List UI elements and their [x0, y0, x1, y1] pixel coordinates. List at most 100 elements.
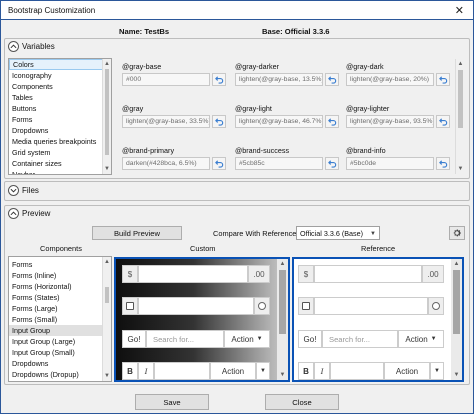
scroll-down-icon[interactable]: ▼ [103, 164, 111, 174]
category-list-item[interactable]: Dropdowns [9, 125, 111, 136]
scroll-down-icon[interactable]: ▼ [451, 370, 462, 380]
reference-split-caret-button[interactable]: ▼ [430, 362, 444, 380]
variable-value-input[interactable]: lighten(@gray-base, 20%) [346, 73, 434, 86]
radio-button[interactable] [432, 302, 440, 310]
reset-variable-button[interactable] [212, 73, 226, 86]
custom-checkbox-text-input[interactable] [138, 297, 254, 315]
checkbox[interactable] [302, 302, 310, 310]
component-list-item[interactable]: Forms [9, 259, 111, 270]
variable-value-input[interactable]: #000 [122, 73, 210, 86]
reference-text-input[interactable] [330, 362, 384, 380]
category-list-item[interactable]: Colors [9, 59, 111, 70]
component-list-item[interactable]: Dropdowns [9, 358, 111, 369]
variables-scrollbar[interactable]: ▲ ▼ [455, 59, 465, 174]
component-list-item[interactable]: Forms (Inline) [9, 270, 111, 281]
scroll-thumb[interactable] [105, 287, 109, 303]
category-list-item[interactable]: Iconography [9, 70, 111, 81]
custom-action-button[interactable]: Action [210, 362, 256, 380]
reset-variable-button[interactable] [436, 73, 450, 86]
reset-variable-button[interactable] [212, 157, 226, 170]
reference-header: Reference [361, 244, 396, 253]
reference-checkbox-addon[interactable] [298, 297, 314, 315]
scroll-up-icon[interactable]: ▲ [451, 259, 462, 269]
components-list-scrollbar[interactable]: ▲ ▼ [102, 257, 111, 381]
component-list-item[interactable]: Input Group (Small) [9, 347, 111, 358]
reference-action-button[interactable]: Action [384, 362, 430, 380]
scroll-up-icon[interactable]: ▲ [103, 59, 111, 69]
reset-variable-button[interactable] [212, 115, 226, 128]
variable-value-input[interactable]: lighten(@gray-base, 46.7%) [235, 115, 323, 128]
custom-split-caret-button[interactable]: ▼ [256, 362, 270, 380]
custom-search-input[interactable]: Search for... [146, 330, 224, 348]
category-list-item[interactable]: Components [9, 81, 111, 92]
compare-reference-select[interactable]: Official 3.3.6 (Base) ▼ [296, 226, 380, 240]
checkbox[interactable] [126, 302, 134, 310]
scroll-up-icon[interactable]: ▲ [277, 259, 288, 269]
component-list-item[interactable]: Forms (Small) [9, 314, 111, 325]
reference-go-button[interactable]: Go! [298, 330, 322, 348]
build-preview-button[interactable]: Build Preview [92, 226, 182, 240]
custom-radio-addon[interactable] [254, 297, 270, 315]
reference-checkbox-text-input[interactable] [314, 297, 428, 315]
expand-files-chevron-down-icon[interactable] [8, 185, 19, 196]
scroll-thumb[interactable] [105, 69, 109, 155]
reset-variable-button[interactable] [436, 157, 450, 170]
reference-preview-scrollbar[interactable]: ▲ ▼ [451, 259, 462, 380]
reset-variable-button[interactable] [325, 157, 339, 170]
scroll-thumb[interactable] [279, 270, 286, 334]
component-list-item[interactable]: Dropdowns (Dropup) [9, 369, 111, 380]
close-icon[interactable]: ✕ [455, 4, 464, 17]
category-list-item[interactable]: Buttons [9, 103, 111, 114]
variable-value-input[interactable]: lighten(@gray-base, 13.5%) [235, 73, 323, 86]
variable-value-input[interactable]: lighten(@gray-base, 93.5%) [346, 115, 434, 128]
preview-settings-button[interactable] [449, 226, 465, 240]
category-list-item[interactable]: Forms [9, 114, 111, 125]
custom-text-input[interactable] [154, 362, 210, 380]
reference-italic-button[interactable]: I [314, 362, 330, 380]
radio-button[interactable] [258, 302, 266, 310]
category-list-item[interactable]: Tables [9, 92, 111, 103]
custom-italic-button[interactable]: I [138, 362, 154, 380]
close-button[interactable]: Close [265, 394, 339, 410]
custom-go-button[interactable]: Go! [122, 330, 146, 348]
scroll-down-icon[interactable]: ▼ [103, 371, 111, 381]
scroll-up-icon[interactable]: ▲ [456, 59, 465, 69]
collapse-variables-chevron-up-icon[interactable] [8, 41, 19, 52]
component-list-item[interactable]: Input Group (Large) [9, 336, 111, 347]
component-list-item[interactable]: Forms (Horizontal) [9, 281, 111, 292]
reference-bold-button[interactable]: B [298, 362, 314, 380]
scroll-thumb[interactable] [458, 70, 463, 128]
variable-value-input[interactable]: lighten(@gray-base, 33.5%) [122, 115, 210, 128]
category-list-item[interactable]: Media queries breakpoints [9, 136, 111, 147]
scroll-thumb[interactable] [453, 270, 460, 334]
reset-variable-button[interactable] [325, 115, 339, 128]
scroll-down-icon[interactable]: ▼ [277, 370, 288, 380]
component-list-item[interactable]: Forms (States) [9, 292, 111, 303]
scroll-up-icon[interactable]: ▲ [103, 257, 111, 267]
scroll-down-icon[interactable]: ▼ [456, 164, 465, 174]
category-list-item[interactable]: Grid system [9, 147, 111, 158]
reference-radio-addon[interactable] [428, 297, 444, 315]
variable-value-input[interactable]: #5cb85c [235, 157, 323, 170]
reference-amount-input[interactable] [314, 265, 422, 283]
custom-action-dropdown-button[interactable]: Action ▼ [224, 330, 270, 348]
reference-search-input[interactable]: Search for... [322, 330, 398, 348]
variable-value-input[interactable]: #5bc0de [346, 157, 434, 170]
custom-preview-scrollbar[interactable]: ▲ ▼ [277, 259, 288, 380]
reset-variable-button[interactable] [436, 115, 450, 128]
category-list-item[interactable]: Navbar [9, 169, 111, 174]
category-list-scrollbar[interactable]: ▲ ▼ [102, 59, 111, 174]
category-list-item[interactable]: Container sizes [9, 158, 111, 169]
custom-amount-input[interactable] [138, 265, 248, 283]
save-button[interactable]: Save [135, 394, 209, 410]
category-list[interactable]: Colors Iconography Components Tables Buttons… [8, 58, 112, 175]
component-list-item[interactable]: Forms (Large) [9, 303, 111, 314]
custom-bold-button[interactable]: B [122, 362, 138, 380]
custom-checkbox-addon[interactable] [122, 297, 138, 315]
variable-value-input[interactable]: darken(#428bca, 6.5%) [122, 157, 210, 170]
collapse-preview-chevron-up-icon[interactable] [8, 208, 19, 219]
component-list-item[interactable]: Input Group [9, 325, 111, 336]
reset-variable-button[interactable] [325, 73, 339, 86]
components-list[interactable]: Forms Forms (Inline) Forms (Horizontal) For… [8, 256, 112, 382]
reference-action-dropdown-button[interactable]: Action ▼ [398, 330, 444, 348]
